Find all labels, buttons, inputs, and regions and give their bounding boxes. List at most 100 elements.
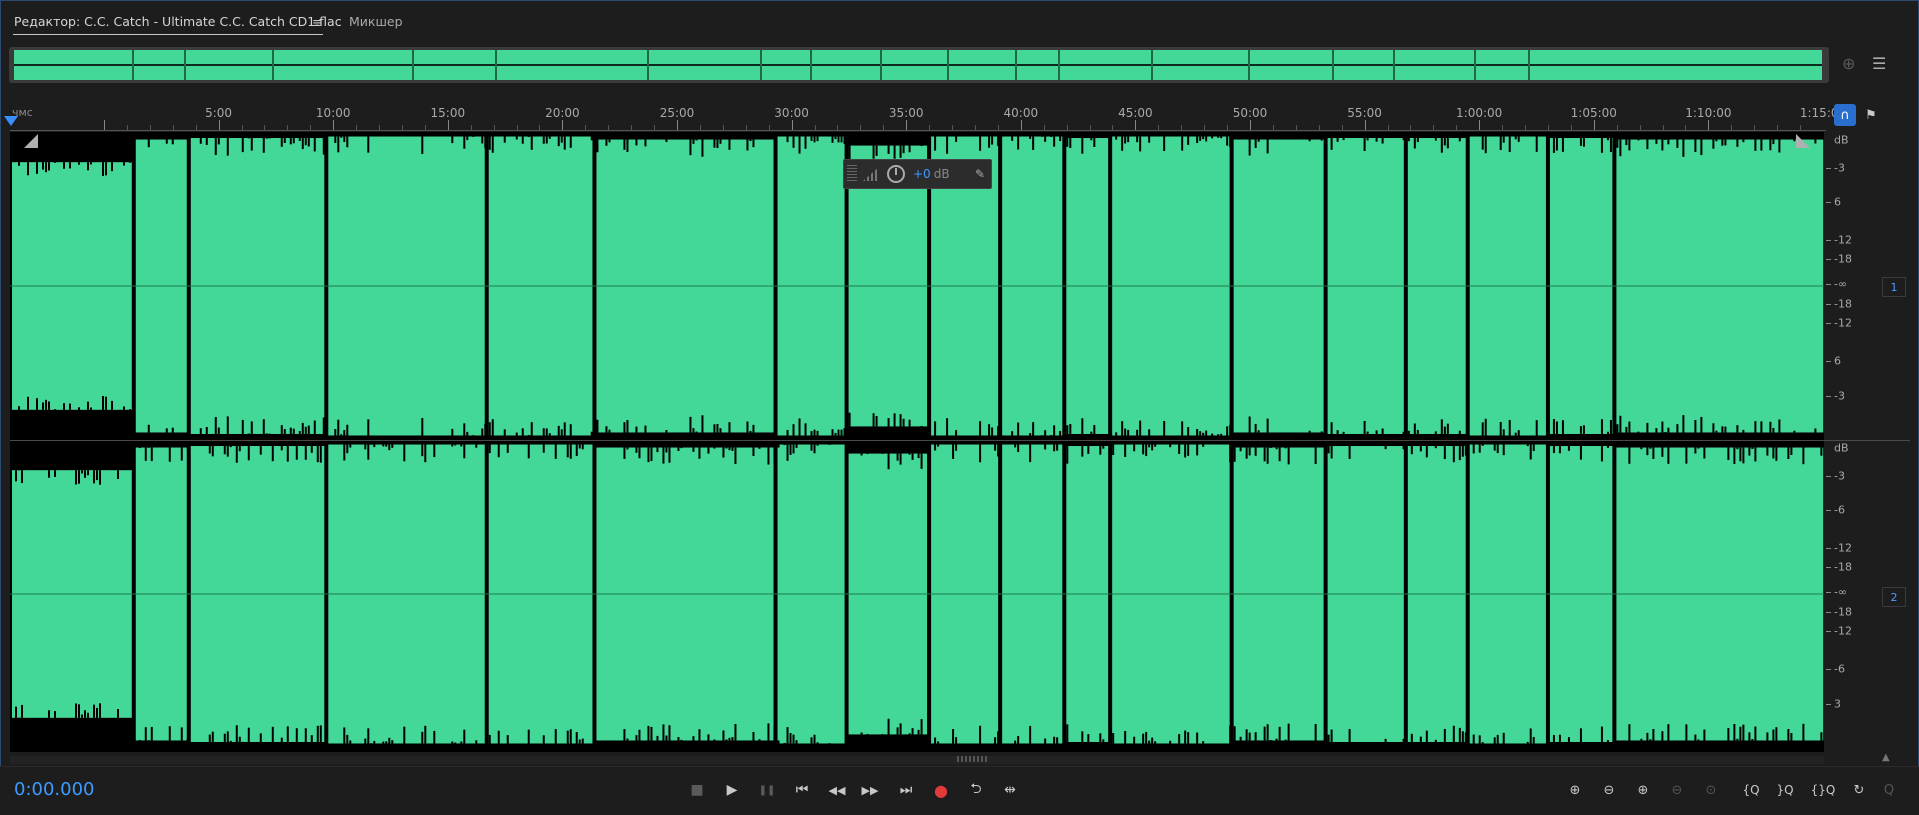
ruler-tick: [608, 125, 609, 130]
waveform-noise: [888, 418, 890, 426]
zoom-in-left-button[interactable]: {Q: [1738, 777, 1764, 803]
hud-grip-icon[interactable]: [847, 165, 857, 183]
hud-pin-icon[interactable]: ✎: [975, 167, 985, 181]
waveform-noise: [1011, 137, 1013, 141]
waveform-noise: [102, 162, 104, 176]
zoom-out-amplitude-button[interactable]: ⊖: [1596, 777, 1622, 803]
waveform-noise: [111, 401, 113, 410]
waveform-noise: [1288, 724, 1290, 741]
skip-selection-button[interactable]: ⇹: [997, 777, 1023, 803]
play-button[interactable]: ▶: [719, 777, 745, 803]
waveform-noise: [994, 737, 996, 743]
waveform-noise: [1793, 431, 1795, 433]
waveform-noise: [749, 140, 751, 142]
zoom-out-time-button[interactable]: ⊖: [1664, 777, 1690, 803]
time-ruler[interactable]: чмс 5:0010:0015:0020:0025:0030:0035:0040…: [10, 102, 1826, 132]
waveform-noise: [1652, 448, 1654, 459]
pause-button[interactable]: ❚❚: [754, 777, 780, 803]
waveform-noise: [903, 419, 905, 427]
overview-track-boundary: [647, 50, 649, 80]
reset-zoom-button[interactable]: ↻: [1846, 777, 1872, 803]
waveform-noise: [87, 162, 89, 170]
tab-mixer[interactable]: Микшер: [349, 14, 403, 29]
waveform-noise: [778, 445, 780, 448]
waveform-noise: [790, 445, 792, 455]
waveform-noise: [1736, 448, 1738, 450]
waveform-noise: [169, 448, 171, 462]
waveform-noise: [1014, 741, 1016, 744]
waveform-noise: [701, 415, 703, 432]
zoom-target-icon[interactable]: ⊕: [1842, 54, 1855, 73]
hud-db-value[interactable]: +0dB: [913, 167, 950, 181]
waveform-noise: [713, 424, 715, 432]
panel-list-icon[interactable]: ☰: [1872, 54, 1886, 73]
playhead-marker[interactable]: [4, 116, 18, 126]
waveform-noise: [582, 739, 584, 744]
tab-menu-icon[interactable]: ≡: [312, 16, 323, 31]
waveform-noise: [790, 733, 792, 743]
ruler-tick: [631, 125, 632, 130]
waveform-noise: [522, 137, 524, 144]
zoom-in-time-button[interactable]: ⊕: [1630, 777, 1656, 803]
waveform-noise: [337, 420, 339, 436]
waveform-noise: [1601, 419, 1603, 434]
waveform-noise: [1748, 448, 1750, 456]
snap-magnet-icon[interactable]: ∩: [1834, 104, 1856, 126]
waveform-noise: [665, 140, 667, 142]
waveform-noise: [299, 431, 301, 434]
waveform-noise: [1444, 729, 1446, 742]
waveform-noise: [626, 448, 628, 450]
waveform-noise: [48, 710, 50, 718]
waveform-noise: [1607, 446, 1609, 448]
zoom-selection-button[interactable]: ⊙: [1698, 777, 1724, 803]
channel-1-badge[interactable]: 1: [1882, 277, 1906, 297]
waveform-noise: [1124, 445, 1126, 457]
stop-button[interactable]: ■: [684, 777, 710, 803]
waveform-display[interactable]: [10, 132, 1824, 752]
fast-forward-button[interactable]: ▶▶: [857, 777, 883, 803]
waveform-noise: [555, 445, 557, 459]
waveform-noise: [516, 137, 518, 140]
ruler-tick: [425, 125, 426, 130]
waveform-noise: [713, 140, 715, 148]
go-to-start-button[interactable]: ⏮: [789, 777, 815, 803]
waveform-noise: [1754, 421, 1756, 432]
waveform-noise: [1485, 137, 1487, 154]
channel-2-badge[interactable]: 2: [1882, 587, 1906, 607]
scroll-up-icon[interactable]: ▲: [1882, 752, 1890, 763]
waveform-noise: [1459, 728, 1461, 742]
waveform-noise: [1184, 731, 1186, 744]
waveform-noise: [1276, 739, 1278, 741]
zoom-in-right-button[interactable]: }Q: [1772, 777, 1798, 803]
loop-playback-button[interactable]: ⮌: [963, 777, 989, 803]
rewind-button[interactable]: ◀◀: [824, 777, 850, 803]
amplitude-hud[interactable]: +0dB ✎: [843, 159, 992, 189]
ruler-tick: [494, 125, 495, 130]
overview-waveform[interactable]: [14, 50, 1822, 80]
go-to-end-button[interactable]: ⏭: [893, 777, 919, 803]
volume-knob-icon[interactable]: [887, 165, 905, 183]
zoom-in-amplitude-button[interactable]: ⊕: [1562, 777, 1588, 803]
zoom-extra-button[interactable]: Q: [1876, 777, 1902, 803]
waveform-noise: [1465, 732, 1467, 742]
record-button[interactable]: ●: [928, 777, 954, 803]
waveform-noise: [662, 448, 664, 464]
waveform-noise: [281, 738, 283, 742]
waveform-noise: [99, 470, 101, 485]
zoom-full-button[interactable]: {}Q: [1806, 777, 1840, 803]
marker-pin-icon[interactable]: ⚑: [1860, 104, 1882, 126]
horizontal-scrollbar[interactable]: [10, 756, 1824, 764]
waveform-noise: [1610, 138, 1612, 152]
waveform-noise: [281, 425, 283, 434]
scrollbar-grip[interactable]: [957, 756, 987, 762]
waveform-noise: [403, 445, 405, 462]
tab-editor[interactable]: Редактор: C.C. Catch - Ultimate C.C. Cat…: [14, 14, 342, 29]
db-scale-label: -12: [1834, 317, 1852, 330]
waveform-noise: [218, 428, 220, 434]
overview-track-boundary: [272, 50, 274, 80]
channel-gap: [10, 436, 1824, 442]
waveform-noise: [1435, 446, 1437, 448]
waveform-noise: [1503, 733, 1505, 744]
waveform-noise: [236, 446, 238, 463]
current-time-display[interactable]: 0:00.000: [14, 779, 95, 800]
